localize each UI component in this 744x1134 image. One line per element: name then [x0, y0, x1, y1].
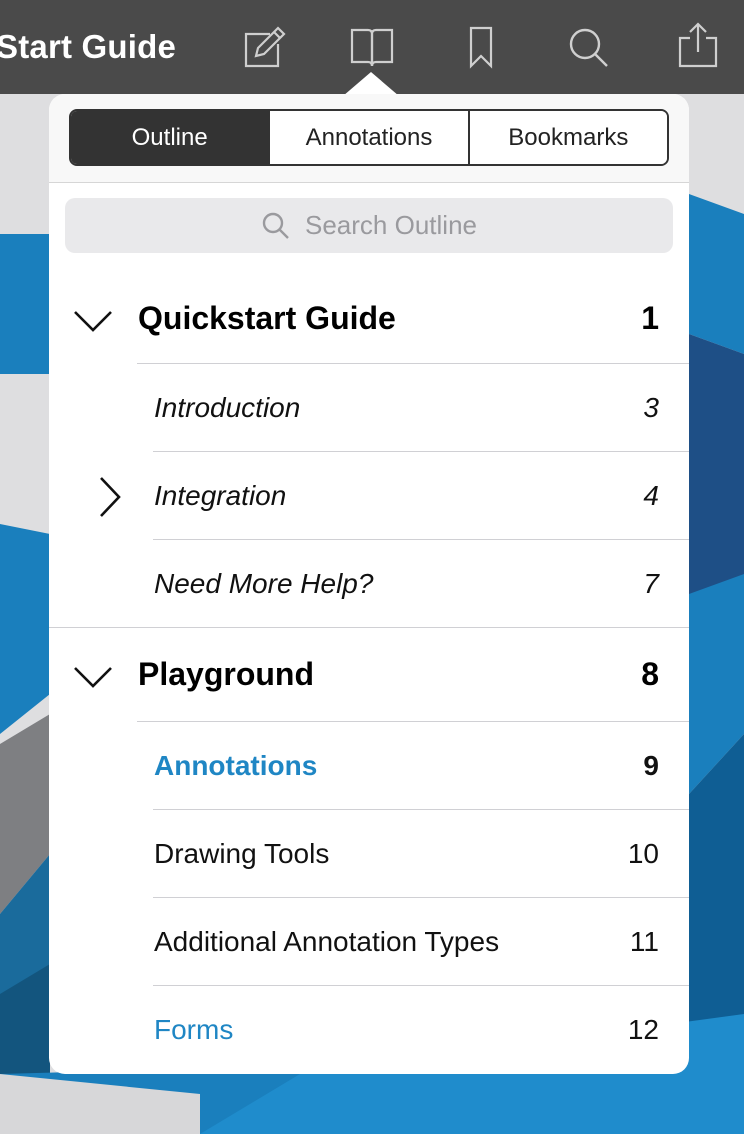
- segmented-control: Outline Annotations Bookmarks: [69, 109, 669, 166]
- outline-item-page: 9: [643, 750, 659, 781]
- chevron-right-icon[interactable]: [97, 476, 123, 518]
- chevron-down-icon[interactable]: [73, 300, 113, 340]
- outline-item-quickstart-guide[interactable]: Quickstart Guide 1: [49, 274, 689, 364]
- outline-item-forms[interactable]: Forms 12: [49, 986, 689, 1074]
- outline-item-label: Integration: [154, 480, 287, 511]
- outline-item-page: 10: [627, 838, 659, 869]
- outline-item-introduction[interactable]: Introduction 3: [49, 364, 689, 452]
- outline-item-label: Drawing Tools: [154, 838, 330, 869]
- tab-annotations[interactable]: Annotations: [270, 111, 470, 164]
- outline-book-icon[interactable]: [348, 22, 396, 72]
- outline-item-page: 11: [629, 926, 659, 957]
- outline-item-label: Playground: [138, 656, 315, 692]
- outline-item-label: Need More Help?: [154, 568, 374, 599]
- outline-item-label: Introduction: [154, 392, 301, 423]
- tab-outline[interactable]: Outline: [71, 111, 271, 164]
- outline-item-page: 12: [627, 1014, 659, 1045]
- outline-item-drawing-tools[interactable]: Drawing Tools 10: [49, 810, 689, 898]
- bookmark-icon[interactable]: [457, 22, 505, 72]
- outline-item-page: 7: [643, 568, 659, 599]
- outline-item-label: Additional Annotation Types: [154, 926, 500, 957]
- outline-item-annotations[interactable]: Annotations 9: [49, 722, 689, 810]
- outline-item-integration[interactable]: Integration 4: [49, 452, 689, 540]
- outline-item-need-more-help[interactable]: Need More Help? 7: [49, 540, 689, 628]
- search-outline-field[interactable]: Search Outline: [65, 198, 673, 253]
- share-icon[interactable]: [674, 22, 722, 72]
- outline-item-additional-annotation-types[interactable]: Additional Annotation Types 11: [49, 898, 689, 986]
- edit-icon[interactable]: [240, 22, 288, 72]
- outline-item-page: 8: [641, 656, 659, 692]
- outline-item-page: 4: [643, 480, 659, 511]
- search-placeholder: Search Outline: [305, 210, 477, 240]
- outline-item-label: Quickstart Guide: [138, 300, 396, 336]
- outline-item-page: 1: [641, 300, 659, 336]
- outline-item-label: Annotations: [154, 750, 318, 781]
- chevron-down-icon[interactable]: [73, 656, 113, 696]
- tab-bookmarks[interactable]: Bookmarks: [469, 111, 667, 164]
- search-icon[interactable]: [565, 22, 613, 72]
- tab-bar: Outline Annotations Bookmarks: [49, 94, 689, 183]
- popover-arrow: [343, 72, 399, 96]
- outline-popover: Outline Annotations Bookmarks Search Out…: [49, 94, 689, 1074]
- search-field-icon: [262, 212, 289, 239]
- document-title: Start Guide: [0, 28, 177, 65]
- outline-item-page: 3: [643, 392, 659, 423]
- outline-item-playground[interactable]: Playground 8: [49, 628, 689, 722]
- outline-item-label: Forms: [154, 1014, 234, 1045]
